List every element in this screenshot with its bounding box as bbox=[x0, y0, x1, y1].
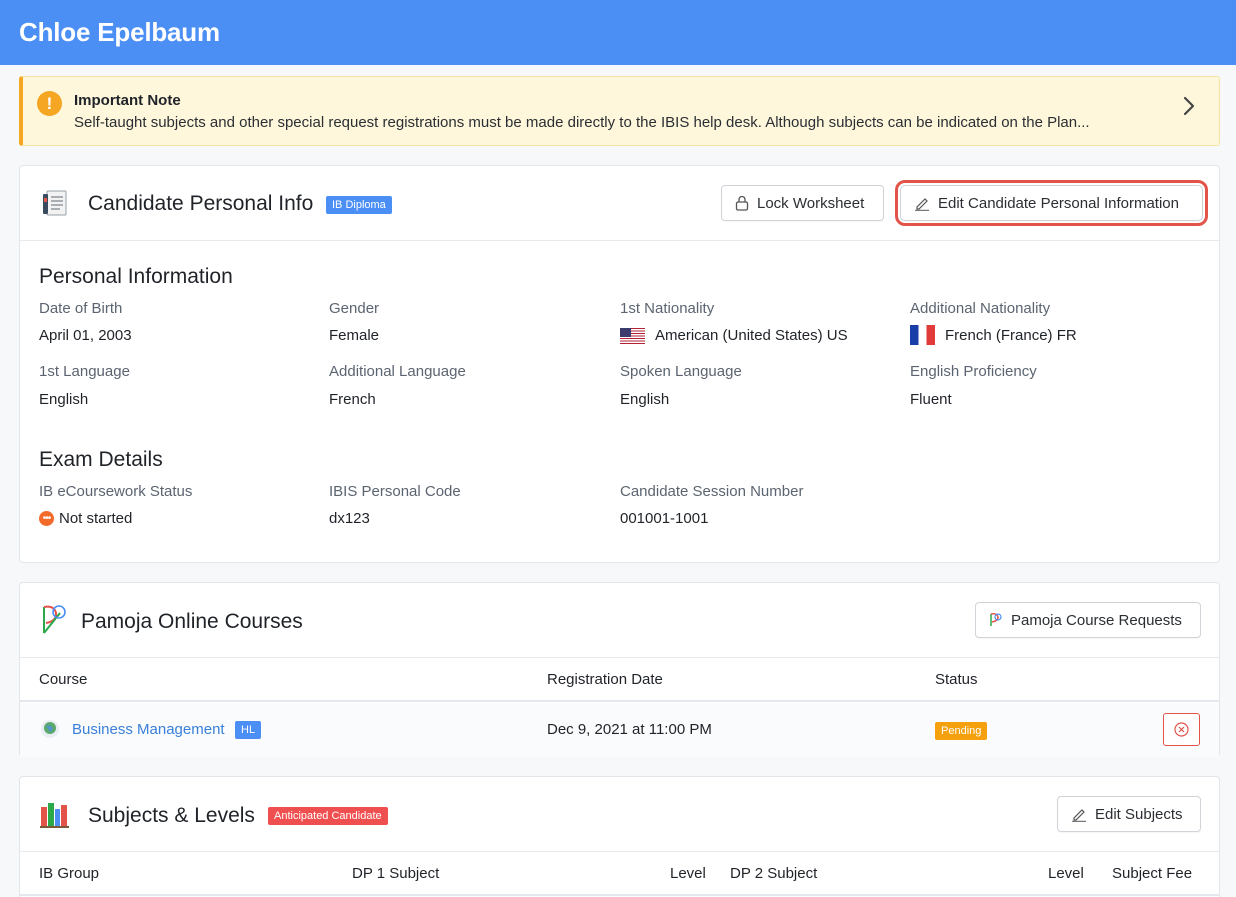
chevron-right-icon[interactable] bbox=[1179, 94, 1199, 118]
candidate-name-title: Chloe Epelbaum bbox=[19, 17, 220, 47]
first-nationality-text: American (United States) US bbox=[655, 327, 848, 344]
pamoja-courses-card: Pamoja Online Courses Pamoja Course Requ… bbox=[19, 582, 1220, 757]
english-proficiency-value: Fluent bbox=[910, 391, 952, 408]
spoken-language-text: English bbox=[620, 391, 670, 408]
ecoursework-value: ••• Not started bbox=[39, 510, 132, 527]
english-proficiency-label: English Proficiency bbox=[910, 363, 1037, 380]
column-header-status: Status bbox=[935, 671, 978, 688]
course-level-badge: HL bbox=[235, 721, 262, 739]
note-title: Important Note bbox=[74, 92, 181, 109]
top-bar: Chloe Epelbaum bbox=[0, 0, 1236, 65]
first-language-value: English bbox=[39, 391, 88, 408]
lock-worksheet-button[interactable]: Lock Worksheet bbox=[721, 185, 884, 221]
ecoursework-label: IB eCoursework Status bbox=[39, 483, 193, 500]
note-body: Self-taught subjects and other special r… bbox=[74, 114, 1090, 131]
us-flag-icon bbox=[620, 327, 645, 344]
spoken-language-label: Spoken Language bbox=[620, 363, 742, 380]
edit-subjects-button[interactable]: Edit Subjects bbox=[1057, 796, 1201, 832]
close-circle-icon bbox=[1174, 722, 1189, 737]
additional-nationality-value: French (France) FR bbox=[910, 325, 1077, 345]
spoken-language-value: English bbox=[620, 391, 669, 408]
not-started-status-icon: ••• bbox=[39, 511, 54, 526]
additional-language-text: French bbox=[329, 391, 376, 408]
column-header-dp1-level: Level bbox=[670, 865, 706, 882]
edit-personal-info-label: Edit Candidate Personal Information bbox=[938, 194, 1179, 212]
worksheet-icon bbox=[43, 190, 67, 216]
ibis-code-value: dx123 bbox=[329, 510, 370, 527]
card-header: Subjects & Levels Anticipated Candidate … bbox=[20, 777, 1219, 852]
first-nationality-label: 1st Nationality bbox=[620, 300, 715, 317]
table-header: IB Group DP 1 Subject Level DP 2 Subject… bbox=[20, 852, 1219, 896]
course-link[interactable]: Business Management bbox=[72, 721, 225, 738]
card-header: Candidate Personal Info IB Diploma Lock … bbox=[20, 166, 1219, 241]
column-header-dp1-subject: DP 1 Subject bbox=[352, 865, 440, 882]
first-nationality-value: American (United States) US bbox=[620, 327, 848, 344]
edit-personal-info-button[interactable]: Edit Candidate Personal Information bbox=[895, 180, 1208, 226]
important-note-banner[interactable]: ! Important Note Self-taught subjects an… bbox=[19, 76, 1220, 146]
column-header-registration-date: Registration Date bbox=[547, 671, 663, 688]
dob-value: April 01, 2003 bbox=[39, 327, 132, 344]
pamoja-course-requests-label: Pamoja Course Requests bbox=[1011, 611, 1182, 629]
ecoursework-text: Not started bbox=[59, 510, 133, 527]
additional-nationality-label: Additional Nationality bbox=[910, 300, 1051, 317]
table-row: Business Management HL Dec 9, 2021 at 11… bbox=[20, 703, 1219, 757]
pencil-icon bbox=[1072, 809, 1086, 822]
exclamation-icon: ! bbox=[37, 91, 62, 116]
pamoja-small-icon bbox=[990, 613, 1002, 626]
additional-language-label: Additional Language bbox=[329, 363, 466, 380]
additional-nationality-text: French (France) FR bbox=[945, 326, 1077, 344]
pamoja-course-requests-button[interactable]: Pamoja Course Requests bbox=[975, 602, 1201, 638]
gender-value: Female bbox=[329, 327, 379, 344]
card-title: Candidate Personal Info bbox=[88, 192, 314, 215]
column-header-dp2-subject: DP 2 Subject bbox=[730, 865, 818, 882]
first-language-text: English bbox=[39, 391, 89, 408]
ib-diploma-badge: IB Diploma bbox=[326, 196, 392, 214]
table-header: Course Registration Date Status bbox=[20, 658, 1219, 702]
subjects-levels-card: Subjects & Levels Anticipated Candidate … bbox=[19, 776, 1220, 897]
column-header-subject-fee: Subject Fee bbox=[1112, 865, 1193, 882]
ibis-code-label: IBIS Personal Code bbox=[329, 483, 461, 500]
dob-text: April 01, 2003 bbox=[39, 327, 132, 344]
column-header-dp2-level: Level bbox=[1048, 865, 1084, 882]
remove-course-button[interactable] bbox=[1163, 713, 1200, 746]
english-proficiency-text: Fluent bbox=[910, 391, 952, 408]
status-badge: Pending bbox=[935, 722, 988, 740]
column-header-course: Course bbox=[39, 671, 88, 688]
session-number-value: 001001-1001 bbox=[620, 510, 708, 527]
lock-worksheet-label: Lock Worksheet bbox=[757, 194, 865, 212]
registration-date: Dec 9, 2021 at 11:00 PM bbox=[547, 721, 712, 738]
fr-flag-icon bbox=[910, 325, 935, 345]
lock-icon bbox=[735, 195, 749, 211]
pamoja-logo-icon bbox=[43, 605, 66, 634]
column-header-ib-group: IB Group bbox=[39, 865, 100, 882]
card-header: Pamoja Online Courses Pamoja Course Requ… bbox=[20, 583, 1219, 658]
ibis-code-text: dx123 bbox=[329, 510, 370, 527]
candidate-personal-info-card: Candidate Personal Info IB Diploma Lock … bbox=[19, 165, 1220, 563]
anticipated-candidate-badge: Anticipated Candidate bbox=[268, 807, 388, 825]
edit-subjects-label: Edit Subjects bbox=[1095, 805, 1183, 823]
dob-label: Date of Birth bbox=[39, 300, 123, 317]
card-title: Pamoja Online Courses bbox=[81, 610, 303, 633]
session-number-text: 001001-1001 bbox=[620, 510, 709, 527]
books-icon bbox=[40, 803, 69, 828]
gender-text: Female bbox=[329, 327, 380, 344]
gender-label: Gender bbox=[329, 300, 380, 317]
card-title: Subjects & Levels bbox=[88, 804, 255, 827]
course-globe-icon bbox=[41, 720, 59, 738]
personal-information-heading: Personal Information bbox=[39, 265, 233, 288]
additional-language-value: French bbox=[329, 391, 376, 408]
pencil-icon bbox=[915, 198, 929, 211]
first-language-label: 1st Language bbox=[39, 363, 130, 380]
exam-details-heading: Exam Details bbox=[39, 448, 163, 471]
session-number-label: Candidate Session Number bbox=[620, 483, 804, 500]
